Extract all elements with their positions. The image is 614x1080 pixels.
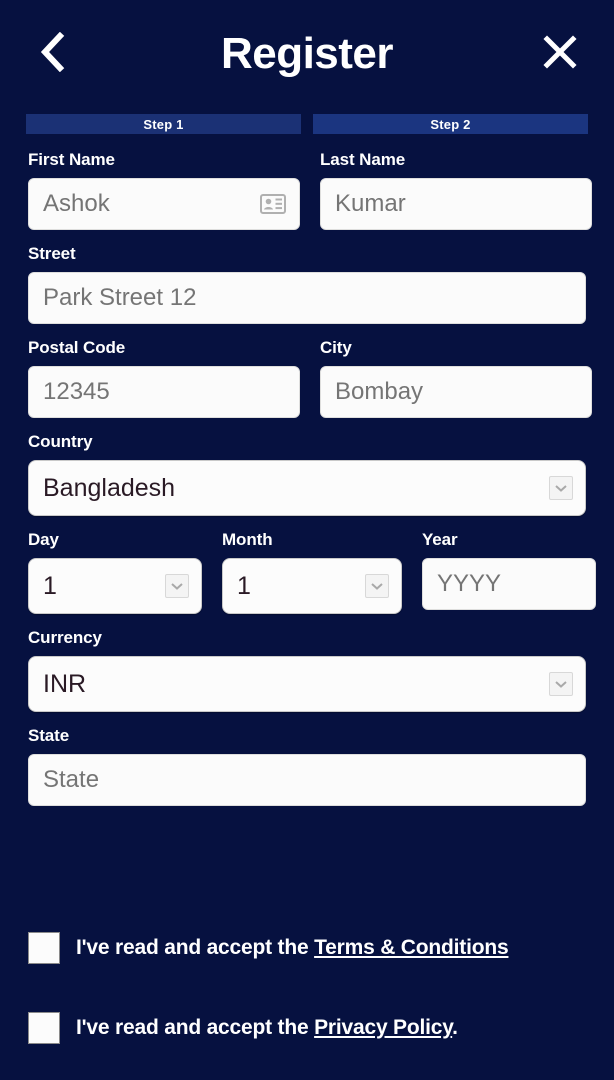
terms-agreement-row: I've read and accept the Terms & Conditi…	[28, 920, 586, 976]
currency-selected-value: INR	[43, 669, 87, 698]
country-field: Country Bangladesh	[28, 432, 586, 516]
street-label: Street	[28, 244, 76, 263]
year-field: Year	[422, 530, 596, 614]
last-name-input[interactable]	[320, 178, 592, 230]
street-field: Street	[28, 244, 586, 324]
chevron-down-icon[interactable]	[549, 672, 573, 696]
postal-code-field: Postal Code	[28, 338, 300, 418]
page-title: Register	[220, 29, 394, 78]
state-input[interactable]	[28, 754, 586, 806]
day-selected-value: 1	[43, 571, 57, 600]
postal-code-input[interactable]	[28, 366, 300, 418]
terms-label-text: I've read and accept the	[76, 936, 315, 959]
month-field: Month 1	[222, 530, 402, 614]
first-name-label: First Name	[28, 150, 115, 169]
privacy-label: I've read and accept the Privacy Policy.	[76, 1016, 458, 1040]
city-field: City	[320, 338, 592, 418]
close-x-icon	[543, 34, 577, 74]
privacy-label-suffix: .	[452, 1016, 458, 1039]
agreements-section: I've read and accept the Terms & Conditi…	[28, 920, 586, 1080]
name-row: First Name Ashok Last Name Kumar	[28, 150, 592, 244]
birthdate-row: Day 1 Month 1 Year YYYY	[28, 530, 596, 628]
register-screen: Register Step 1 Step 2 First Name Ashok …	[0, 0, 614, 1076]
terms-and-conditions-link[interactable]: Terms & Conditions	[314, 936, 509, 959]
privacy-policy-link[interactable]: Privacy Policy	[314, 1016, 452, 1039]
month-label: Month	[222, 530, 273, 549]
day-field: Day 1	[28, 530, 202, 614]
city-input[interactable]	[320, 366, 592, 418]
step-tab-1[interactable]: Step 1	[26, 114, 301, 134]
state-field: State	[28, 726, 586, 806]
privacy-checkbox[interactable]	[28, 1012, 60, 1044]
country-label: Country	[28, 432, 93, 451]
country-select[interactable]: Bangladesh	[28, 460, 586, 516]
year-label: Year	[422, 530, 458, 549]
terms-label: I've read and accept the Terms & Conditi…	[76, 936, 509, 960]
country-selected-value: Bangladesh	[43, 473, 176, 502]
month-select[interactable]: 1	[222, 558, 402, 614]
privacy-label-text: I've read and accept the	[76, 1016, 315, 1039]
chevron-down-icon[interactable]	[365, 574, 389, 598]
currency-select[interactable]: INR	[28, 656, 586, 712]
close-button[interactable]	[536, 30, 584, 78]
step-tab-2-label: Step 2	[430, 116, 471, 132]
terms-checkbox[interactable]	[28, 932, 60, 964]
street-input[interactable]	[28, 272, 586, 324]
registration-form: First Name Ashok Last Name Kumar Street …	[0, 150, 614, 820]
chevron-down-icon[interactable]	[165, 574, 189, 598]
day-select[interactable]: 1	[28, 558, 202, 614]
privacy-agreement-row: I've read and accept the Privacy Policy.	[28, 1000, 586, 1056]
first-name-field: First Name	[28, 150, 300, 230]
step-tab-1-label: Step 1	[143, 116, 184, 132]
currency-field: Currency INR	[28, 628, 586, 712]
chevron-down-icon[interactable]	[549, 476, 573, 500]
postal-city-row: Postal Code City	[28, 338, 592, 432]
contact-card-icon[interactable]	[260, 194, 286, 214]
step-indicator: Step 1 Step 2	[26, 114, 588, 134]
postal-code-label: Postal Code	[28, 338, 126, 357]
last-name-field: Last Name	[320, 150, 592, 230]
year-input[interactable]	[422, 558, 596, 610]
currency-label: Currency	[28, 628, 102, 647]
city-label: City	[320, 338, 352, 357]
month-selected-value: 1	[237, 571, 251, 600]
header-bar: Register	[0, 0, 614, 108]
step-tab-2[interactable]: Step 2	[313, 114, 588, 134]
state-label: State	[28, 726, 70, 745]
last-name-label: Last Name	[320, 150, 406, 169]
day-label: Day	[28, 530, 59, 549]
